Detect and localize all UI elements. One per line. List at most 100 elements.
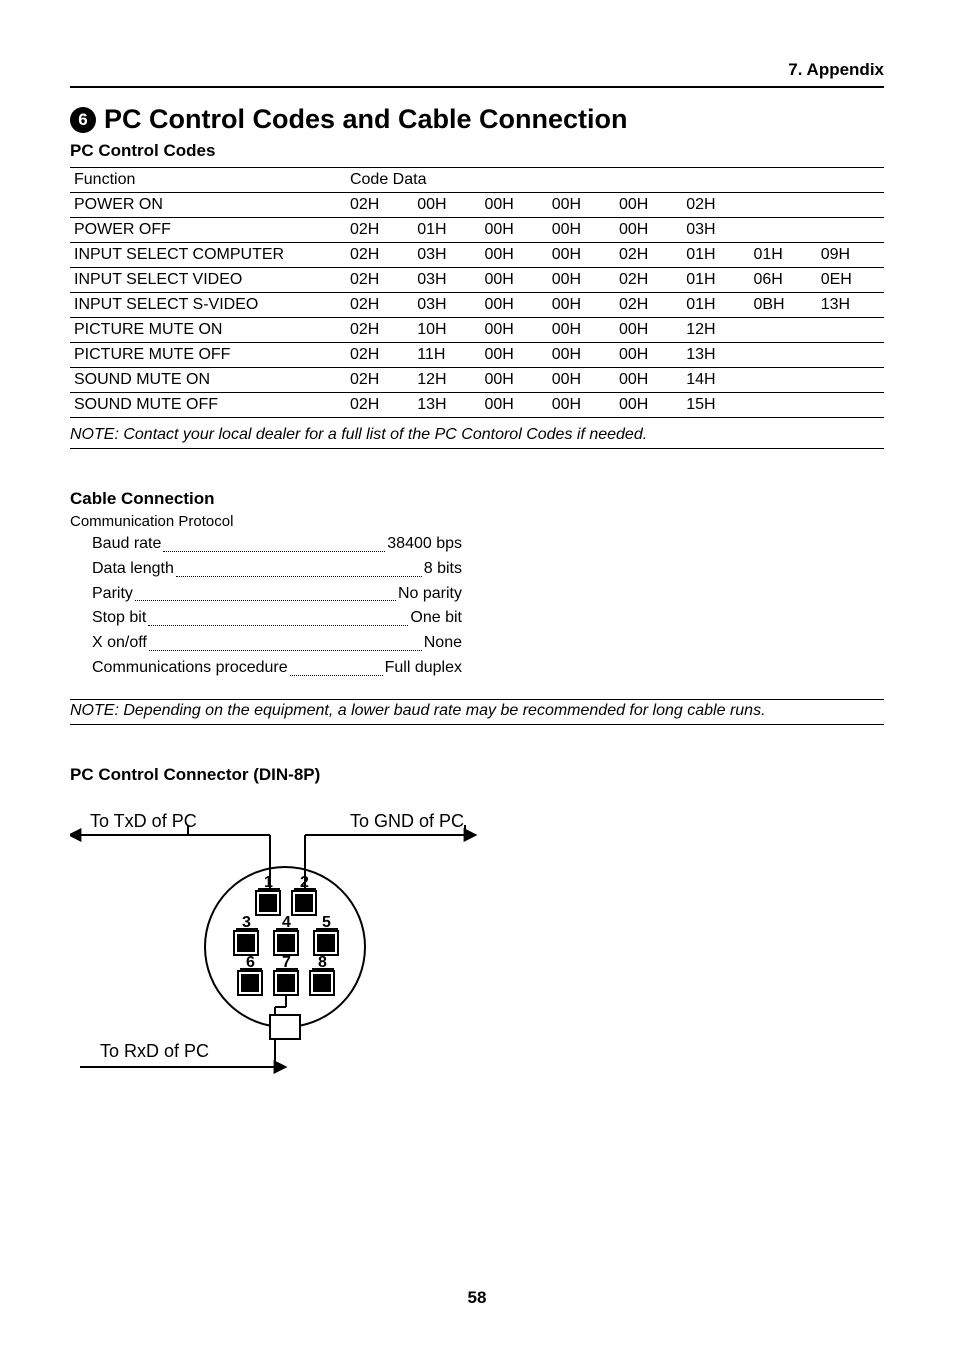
pc-control-codes-table: Function Code Data POWER ON02H00H00H00H0… — [70, 167, 884, 418]
cell-code — [749, 318, 816, 343]
cell-code: 02H — [346, 193, 413, 218]
cell-code: 02H — [346, 268, 413, 293]
cell-code: 00H — [548, 268, 615, 293]
cell-code: 12H — [682, 318, 749, 343]
protocol-row: Communications procedure Full duplex — [92, 656, 462, 681]
cell-code — [749, 343, 816, 368]
cell-code: 00H — [480, 318, 547, 343]
cell-function: SOUND MUTE OFF — [70, 393, 346, 418]
cell-code: 09H — [817, 243, 884, 268]
cell-function: PICTURE MUTE ON — [70, 318, 346, 343]
cell-code: 15H — [682, 393, 749, 418]
protocol-dots — [149, 631, 422, 651]
cell-code — [817, 343, 884, 368]
appendix-header: 7. Appendix — [70, 60, 884, 88]
cell-code: 13H — [682, 343, 749, 368]
protocol-value: 8 bits — [424, 557, 462, 582]
protocol-dots — [163, 532, 385, 552]
th-function: Function — [70, 168, 346, 193]
cell-code: 11H — [413, 343, 480, 368]
protocol-row: Data length 8 bits — [92, 557, 462, 582]
cell-code: 03H — [682, 218, 749, 243]
protocol-row: ParityNo parity — [92, 582, 462, 607]
cell-code: 00H — [480, 268, 547, 293]
table-row: SOUND MUTE ON02H12H00H00H00H14H — [70, 368, 884, 393]
cell-code: 12H — [413, 368, 480, 393]
cell-code: 02H — [346, 368, 413, 393]
cell-code — [749, 193, 816, 218]
page-number: 58 — [0, 1288, 954, 1308]
protocol-label-text: Data length — [92, 557, 174, 582]
svg-text:7: 7 — [282, 954, 291, 971]
cell-code — [749, 368, 816, 393]
protocol-value: None — [424, 631, 462, 656]
protocol-row: X on/off None — [92, 631, 462, 656]
cell-code: 00H — [615, 393, 682, 418]
protocol-label-text: Parity — [92, 582, 133, 607]
cell-code: 02H — [615, 243, 682, 268]
cell-function: PICTURE MUTE OFF — [70, 343, 346, 368]
svg-text:6: 6 — [246, 954, 255, 971]
protocol-row: Baud rate38400 bps — [92, 532, 462, 557]
table-row: INPUT SELECT VIDEO02H03H00H00H02H01H06H0… — [70, 268, 884, 293]
cell-code: 02H — [346, 393, 413, 418]
protocol-dots — [176, 557, 422, 577]
note-codes: NOTE: Contact your local dealer for a fu… — [70, 426, 884, 449]
protocol-label-text: Communications procedure — [92, 656, 288, 681]
cell-code: 00H — [548, 343, 615, 368]
cell-code: 00H — [548, 393, 615, 418]
table-row: PICTURE MUTE OFF02H11H00H00H00H13H — [70, 343, 884, 368]
cell-code: 00H — [615, 368, 682, 393]
rxd-label: To RxD of PC — [100, 1041, 209, 1061]
svg-text:3: 3 — [242, 914, 251, 931]
cell-code: 01H — [413, 218, 480, 243]
cell-function: POWER ON — [70, 193, 346, 218]
protocol-label: Communication Protocol — [70, 513, 884, 530]
cell-code — [817, 193, 884, 218]
cell-code: 00H — [615, 193, 682, 218]
cell-code: 00H — [480, 218, 547, 243]
th-codedata: Code Data — [346, 168, 884, 193]
cell-code: 00H — [548, 293, 615, 318]
cell-code: 0BH — [749, 293, 816, 318]
cell-code: 00H — [548, 318, 615, 343]
main-title-text: PC Control Codes and Cable Connection — [104, 104, 628, 135]
cell-code: 00H — [480, 293, 547, 318]
cell-code: 13H — [413, 393, 480, 418]
cell-function: INPUT SELECT S-VIDEO — [70, 293, 346, 318]
cell-code: 01H — [682, 293, 749, 318]
protocol-value: One bit — [410, 606, 462, 631]
protocol-value: Full duplex — [385, 656, 462, 681]
protocol-label-text: Stop bit — [92, 606, 146, 631]
cell-code: 00H — [548, 243, 615, 268]
cell-code: 02H — [346, 218, 413, 243]
svg-text:5: 5 — [322, 914, 331, 931]
cell-code: 00H — [548, 218, 615, 243]
cell-code — [749, 218, 816, 243]
cell-code: 00H — [480, 393, 547, 418]
pc-control-codes-heading: PC Control Codes — [70, 141, 884, 161]
cell-code: 02H — [682, 193, 749, 218]
cell-code — [817, 393, 884, 418]
cell-code: 02H — [346, 293, 413, 318]
table-row: SOUND MUTE OFF02H13H00H00H00H15H — [70, 393, 884, 418]
svg-text:4: 4 — [282, 914, 291, 931]
table-row: POWER OFF02H01H00H00H00H03H — [70, 218, 884, 243]
connector-heading: PC Control Connector (DIN-8P) — [70, 765, 884, 785]
cell-code: 01H — [749, 243, 816, 268]
gnd-label: To GND of PC — [350, 811, 464, 831]
cell-function: INPUT SELECT VIDEO — [70, 268, 346, 293]
protocol-dots — [135, 582, 396, 602]
connector-diagram: To TxD of PC To GND of PC To RxD of PC — [70, 807, 490, 1087]
cell-code: 00H — [548, 193, 615, 218]
protocol-label-text: X on/off — [92, 631, 147, 656]
cell-function: POWER OFF — [70, 218, 346, 243]
protocol-dots — [290, 656, 383, 676]
cell-code: 02H — [615, 268, 682, 293]
cell-code: 02H — [346, 243, 413, 268]
cell-code — [749, 393, 816, 418]
cell-code: 03H — [413, 243, 480, 268]
cell-code: 10H — [413, 318, 480, 343]
cell-code: 14H — [682, 368, 749, 393]
cell-code: 03H — [413, 268, 480, 293]
